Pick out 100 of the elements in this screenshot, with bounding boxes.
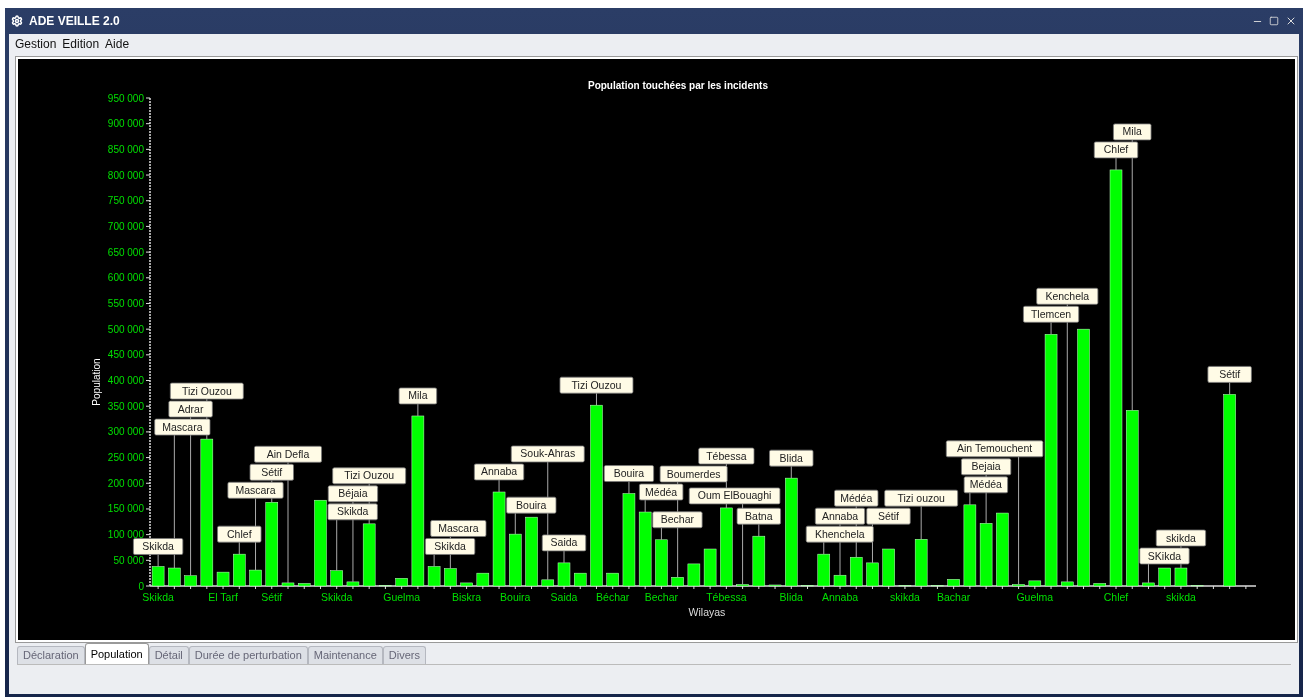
axis-tick-label: Sétif bbox=[261, 591, 283, 603]
axis-tick-label: 100 000 bbox=[107, 529, 144, 541]
callout-label: Mascara bbox=[430, 520, 487, 537]
tab[interactable]: Détail bbox=[148, 646, 189, 664]
callout-label: Blida bbox=[769, 449, 814, 467]
bar bbox=[216, 571, 230, 587]
callout-label: Médéa bbox=[834, 489, 879, 507]
axis-tick-label: 700 000 bbox=[107, 220, 144, 232]
callout-label: skikda bbox=[1155, 529, 1207, 547]
leader-line bbox=[1050, 321, 1052, 335]
callout-label: Annaba bbox=[473, 463, 525, 481]
axis-tick-label: Bachar bbox=[937, 591, 971, 603]
callout-label: Tizi Ouzou bbox=[332, 467, 407, 485]
bar bbox=[168, 567, 181, 587]
callout-label: Sétif bbox=[1207, 366, 1252, 383]
menu-item[interactable]: Gestion bbox=[15, 35, 57, 53]
leader-line bbox=[336, 519, 338, 572]
callout-label: Skikda bbox=[133, 538, 184, 555]
bar bbox=[752, 535, 766, 587]
axis-tick-label: 0 bbox=[138, 580, 144, 592]
maximize-icon[interactable] bbox=[1269, 16, 1279, 26]
tab[interactable]: Déclaration bbox=[17, 646, 85, 664]
leader-line bbox=[920, 505, 922, 540]
menu-item[interactable]: Aide bbox=[105, 35, 130, 53]
bar bbox=[947, 579, 960, 587]
bar bbox=[330, 570, 343, 587]
callout-label: SKikda bbox=[1139, 547, 1190, 565]
menu-item[interactable]: Edition bbox=[62, 35, 100, 53]
bar bbox=[850, 557, 863, 587]
callout-label: Chlef bbox=[217, 525, 262, 543]
leader-line bbox=[498, 479, 500, 493]
window-title: ADE VEILLE 2.0 bbox=[29, 13, 120, 30]
axis-tick-label: Skikda bbox=[142, 591, 174, 603]
leader-line bbox=[417, 403, 419, 417]
axis-tick-label: Biskra bbox=[452, 591, 482, 603]
callout-label: Bouira bbox=[603, 465, 655, 482]
bar bbox=[1012, 584, 1025, 587]
axis-tick-label: skikda bbox=[1166, 591, 1196, 603]
leader-line bbox=[823, 541, 825, 555]
bar bbox=[151, 566, 165, 587]
callout-label: Oum ElBouaghi bbox=[688, 487, 781, 505]
bar bbox=[671, 577, 684, 587]
bar bbox=[1028, 580, 1042, 587]
bar bbox=[833, 574, 847, 587]
leader-line bbox=[514, 512, 516, 535]
leader-line bbox=[1229, 381, 1231, 395]
callout-label: Annaba bbox=[814, 507, 866, 525]
leader-line bbox=[1115, 157, 1117, 171]
bar bbox=[1174, 567, 1188, 587]
bar bbox=[736, 584, 749, 587]
leader-line bbox=[563, 550, 565, 564]
leader-line bbox=[660, 527, 662, 541]
leader-line bbox=[1147, 563, 1149, 584]
callout-label: Mila bbox=[1113, 123, 1152, 141]
bar bbox=[1093, 583, 1106, 587]
axis-tick-label: 650 000 bbox=[107, 246, 144, 258]
close-icon[interactable] bbox=[1285, 15, 1297, 27]
bar bbox=[1142, 582, 1155, 587]
bar bbox=[476, 572, 490, 587]
axis-tick-label: skikda bbox=[890, 591, 920, 603]
callout-label: Tizi Ouzou bbox=[559, 376, 634, 394]
bar bbox=[541, 579, 554, 587]
axis-tick-label: 450 000 bbox=[107, 349, 144, 361]
callout-label: Bechar bbox=[652, 511, 703, 529]
axis-tick-label: Guelma bbox=[383, 591, 421, 603]
axis-tick-label: Guelma bbox=[1016, 591, 1054, 603]
tab[interactable]: Durée de perturbation bbox=[188, 646, 308, 664]
tab[interactable]: Maintenance bbox=[307, 646, 383, 664]
bar bbox=[768, 584, 782, 587]
axis-tick-label: Tébessa bbox=[706, 591, 747, 603]
callout-label: Kenchela bbox=[1036, 287, 1099, 305]
axis-tick-label: Bouira bbox=[500, 591, 531, 603]
leader-line bbox=[758, 523, 760, 537]
leader-line bbox=[157, 554, 159, 567]
bar bbox=[557, 562, 571, 587]
bar bbox=[444, 568, 457, 587]
callout-label: Saida bbox=[541, 534, 587, 552]
callout-label: Sétif bbox=[866, 507, 911, 525]
leader-line bbox=[644, 499, 646, 513]
bar bbox=[1158, 567, 1171, 587]
bar bbox=[460, 582, 473, 587]
axis-tick-label: 800 000 bbox=[107, 169, 144, 181]
axis-tick-label: 950 000 bbox=[107, 92, 144, 104]
callout-label: Mascara bbox=[154, 418, 211, 436]
chart-title: Population touchées par les incidents bbox=[588, 80, 768, 91]
callout-label: Adrar bbox=[168, 400, 213, 418]
tab[interactable]: Population bbox=[84, 643, 149, 664]
tab[interactable]: Divers bbox=[382, 646, 426, 664]
x-axis-title: Wilayas bbox=[688, 606, 726, 618]
callout-label: Skikda bbox=[425, 538, 476, 555]
bar bbox=[346, 581, 360, 587]
bar bbox=[1061, 581, 1074, 587]
leader-line bbox=[969, 492, 971, 506]
callout-label: Tizi Ouzou bbox=[169, 382, 244, 400]
axis-tick-label: Blida bbox=[779, 591, 803, 603]
axis-tick-label: 150 000 bbox=[107, 503, 144, 515]
bar bbox=[703, 548, 717, 587]
axis-tick-label: Bechar bbox=[644, 591, 679, 603]
axis-tick-label: Saida bbox=[550, 591, 578, 603]
axis-tick-label: 900 000 bbox=[107, 118, 144, 130]
